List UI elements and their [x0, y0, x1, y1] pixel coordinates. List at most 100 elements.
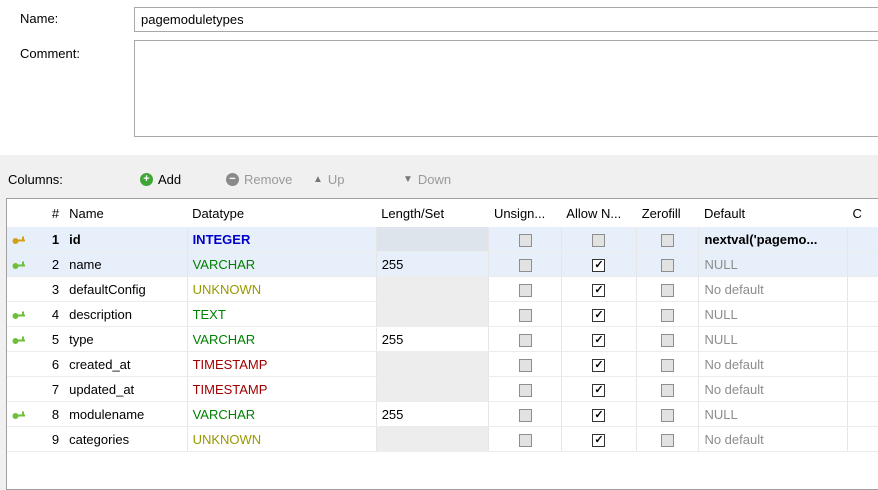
table-row[interactable]: 1 id INTEGER nextval('pagemo...	[7, 227, 878, 252]
column-name-cell[interactable]: name	[64, 251, 188, 277]
unsigned-checkbox[interactable]	[518, 358, 532, 372]
default-cell[interactable]: No default	[698, 376, 849, 402]
length-cell[interactable]	[376, 227, 490, 252]
zerofill-checkbox[interactable]	[661, 333, 675, 347]
table-row[interactable]: 3 defaultConfig UNKNOWN ✓ No default	[7, 276, 878, 302]
zerofill-checkbox[interactable]	[661, 308, 675, 322]
column-name-cell[interactable]: updated_at	[64, 376, 188, 402]
comment-cell[interactable]	[847, 351, 878, 377]
allow-null-checkbox[interactable]: ✓	[592, 383, 606, 397]
allow-null-checkbox[interactable]	[592, 233, 606, 247]
column-header-length[interactable]: Length/Set	[376, 199, 489, 227]
column-header-default[interactable]: Default	[699, 199, 848, 227]
comment-cell[interactable]	[847, 376, 878, 402]
length-cell[interactable]: 255	[376, 251, 490, 277]
remove-column-button[interactable]: − Remove	[226, 172, 292, 187]
table-row[interactable]: 8 modulename VARCHAR 255 ✓ NULL	[7, 401, 878, 427]
zerofill-checkbox[interactable]	[661, 433, 675, 447]
columns-grid[interactable]: # Name Datatype Length/Set Unsign... Allow N.…	[6, 198, 878, 490]
column-header-zerofill[interactable]: Zerofill	[637, 199, 699, 227]
zerofill-checkbox[interactable]	[661, 383, 675, 397]
move-up-button[interactable]: ▲ Up	[313, 172, 345, 187]
datatype-cell[interactable]: VARCHAR	[187, 326, 377, 352]
table-row[interactable]: 9 categories UNKNOWN ✓ No default	[7, 426, 878, 452]
unsigned-checkbox[interactable]	[518, 383, 532, 397]
unsigned-checkbox[interactable]	[518, 408, 532, 422]
datatype-cell[interactable]: UNKNOWN	[187, 426, 377, 452]
zerofill-checkbox[interactable]	[661, 283, 675, 297]
datatype-cell[interactable]: VARCHAR	[187, 251, 377, 277]
column-header-allow-null[interactable]: Allow N...	[561, 199, 636, 227]
comment-cell[interactable]	[847, 251, 878, 277]
length-cell[interactable]	[376, 276, 490, 302]
datatype-cell[interactable]: VARCHAR	[187, 401, 377, 427]
unsigned-checkbox[interactable]	[518, 283, 532, 297]
column-header-comment[interactable]: C	[848, 199, 878, 227]
column-header-name[interactable]: Name	[64, 199, 187, 227]
length-cell[interactable]	[376, 426, 490, 452]
zerofill-checkbox[interactable]	[661, 258, 675, 272]
column-name-cell[interactable]: created_at	[64, 351, 188, 377]
column-name-cell[interactable]: description	[64, 301, 188, 327]
datatype-cell[interactable]: TEXT	[187, 301, 377, 327]
default-cell[interactable]: No default	[698, 276, 849, 302]
datatype-cell[interactable]: INTEGER	[187, 227, 377, 252]
allow-null-checkbox[interactable]: ✓	[592, 308, 606, 322]
unsigned-checkbox[interactable]	[518, 308, 532, 322]
add-column-button[interactable]: + Add	[140, 172, 181, 187]
default-cell[interactable]: NULL	[698, 326, 849, 352]
datatype-cell[interactable]: UNKNOWN	[187, 276, 377, 302]
column-name-cell[interactable]: modulename	[64, 401, 188, 427]
length-cell[interactable]	[376, 376, 490, 402]
length-cell[interactable]: 255	[376, 401, 490, 427]
default-cell[interactable]: nextval('pagemo...	[698, 227, 849, 252]
default-cell[interactable]: NULL	[698, 251, 849, 277]
zerofill-checkbox[interactable]	[661, 408, 675, 422]
column-name-cell[interactable]: defaultConfig	[64, 276, 188, 302]
comment-cell[interactable]	[847, 301, 878, 327]
table-row[interactable]: 2 name VARCHAR 255 ✓ NULL	[7, 251, 878, 277]
allow-null-checkbox[interactable]: ✓	[592, 333, 606, 347]
table-row[interactable]: 6 created_at TIMESTAMP ✓ No default	[7, 351, 878, 377]
comment-textarea[interactable]	[134, 40, 878, 137]
column-name-cell[interactable]: type	[64, 326, 188, 352]
comment-cell[interactable]	[847, 326, 878, 352]
length-cell[interactable]	[376, 351, 490, 377]
comment-cell[interactable]	[847, 426, 878, 452]
column-name-cell[interactable]: id	[64, 227, 188, 252]
column-name-cell[interactable]: categories	[64, 426, 188, 452]
allow-null-checkbox[interactable]: ✓	[592, 283, 606, 297]
allow-null-checkbox[interactable]: ✓	[592, 408, 606, 422]
unsigned-checkbox-cell	[488, 401, 562, 427]
default-cell[interactable]: No default	[698, 426, 849, 452]
table-name-input[interactable]	[134, 7, 878, 32]
comment-cell[interactable]	[847, 276, 878, 302]
default-cell[interactable]: No default	[698, 351, 849, 377]
unsigned-checkbox[interactable]	[518, 233, 532, 247]
allow-null-checkbox-cell: ✓	[561, 301, 638, 327]
length-cell[interactable]	[376, 301, 490, 327]
column-header-datatype[interactable]: Datatype	[187, 199, 376, 227]
allow-null-checkbox[interactable]: ✓	[592, 258, 606, 272]
datatype-cell[interactable]: TIMESTAMP	[187, 351, 377, 377]
column-header-num[interactable]: #	[31, 199, 64, 227]
default-cell[interactable]: NULL	[698, 401, 849, 427]
move-down-button[interactable]: ▼ Down	[403, 172, 451, 187]
unsigned-checkbox[interactable]	[518, 258, 532, 272]
comment-cell[interactable]	[847, 401, 878, 427]
table-row[interactable]: 7 updated_at TIMESTAMP ✓ No default	[7, 376, 878, 402]
datatype-cell[interactable]: TIMESTAMP	[187, 376, 377, 402]
table-row[interactable]: 5 type VARCHAR 255 ✓ NULL	[7, 326, 878, 352]
length-cell[interactable]: 255	[376, 326, 490, 352]
unsigned-checkbox[interactable]	[518, 333, 532, 347]
unsigned-checkbox[interactable]	[518, 433, 532, 447]
zerofill-checkbox[interactable]	[661, 358, 675, 372]
comment-cell[interactable]	[847, 227, 878, 252]
zerofill-checkbox[interactable]	[661, 233, 675, 247]
column-header-unsigned[interactable]: Unsign...	[489, 199, 561, 227]
allow-null-checkbox[interactable]: ✓	[592, 433, 606, 447]
allow-null-checkbox[interactable]: ✓	[592, 358, 606, 372]
table-row[interactable]: 4 description TEXT ✓ NULL	[7, 301, 878, 327]
default-cell[interactable]: NULL	[698, 301, 849, 327]
key-cell	[7, 401, 31, 427]
